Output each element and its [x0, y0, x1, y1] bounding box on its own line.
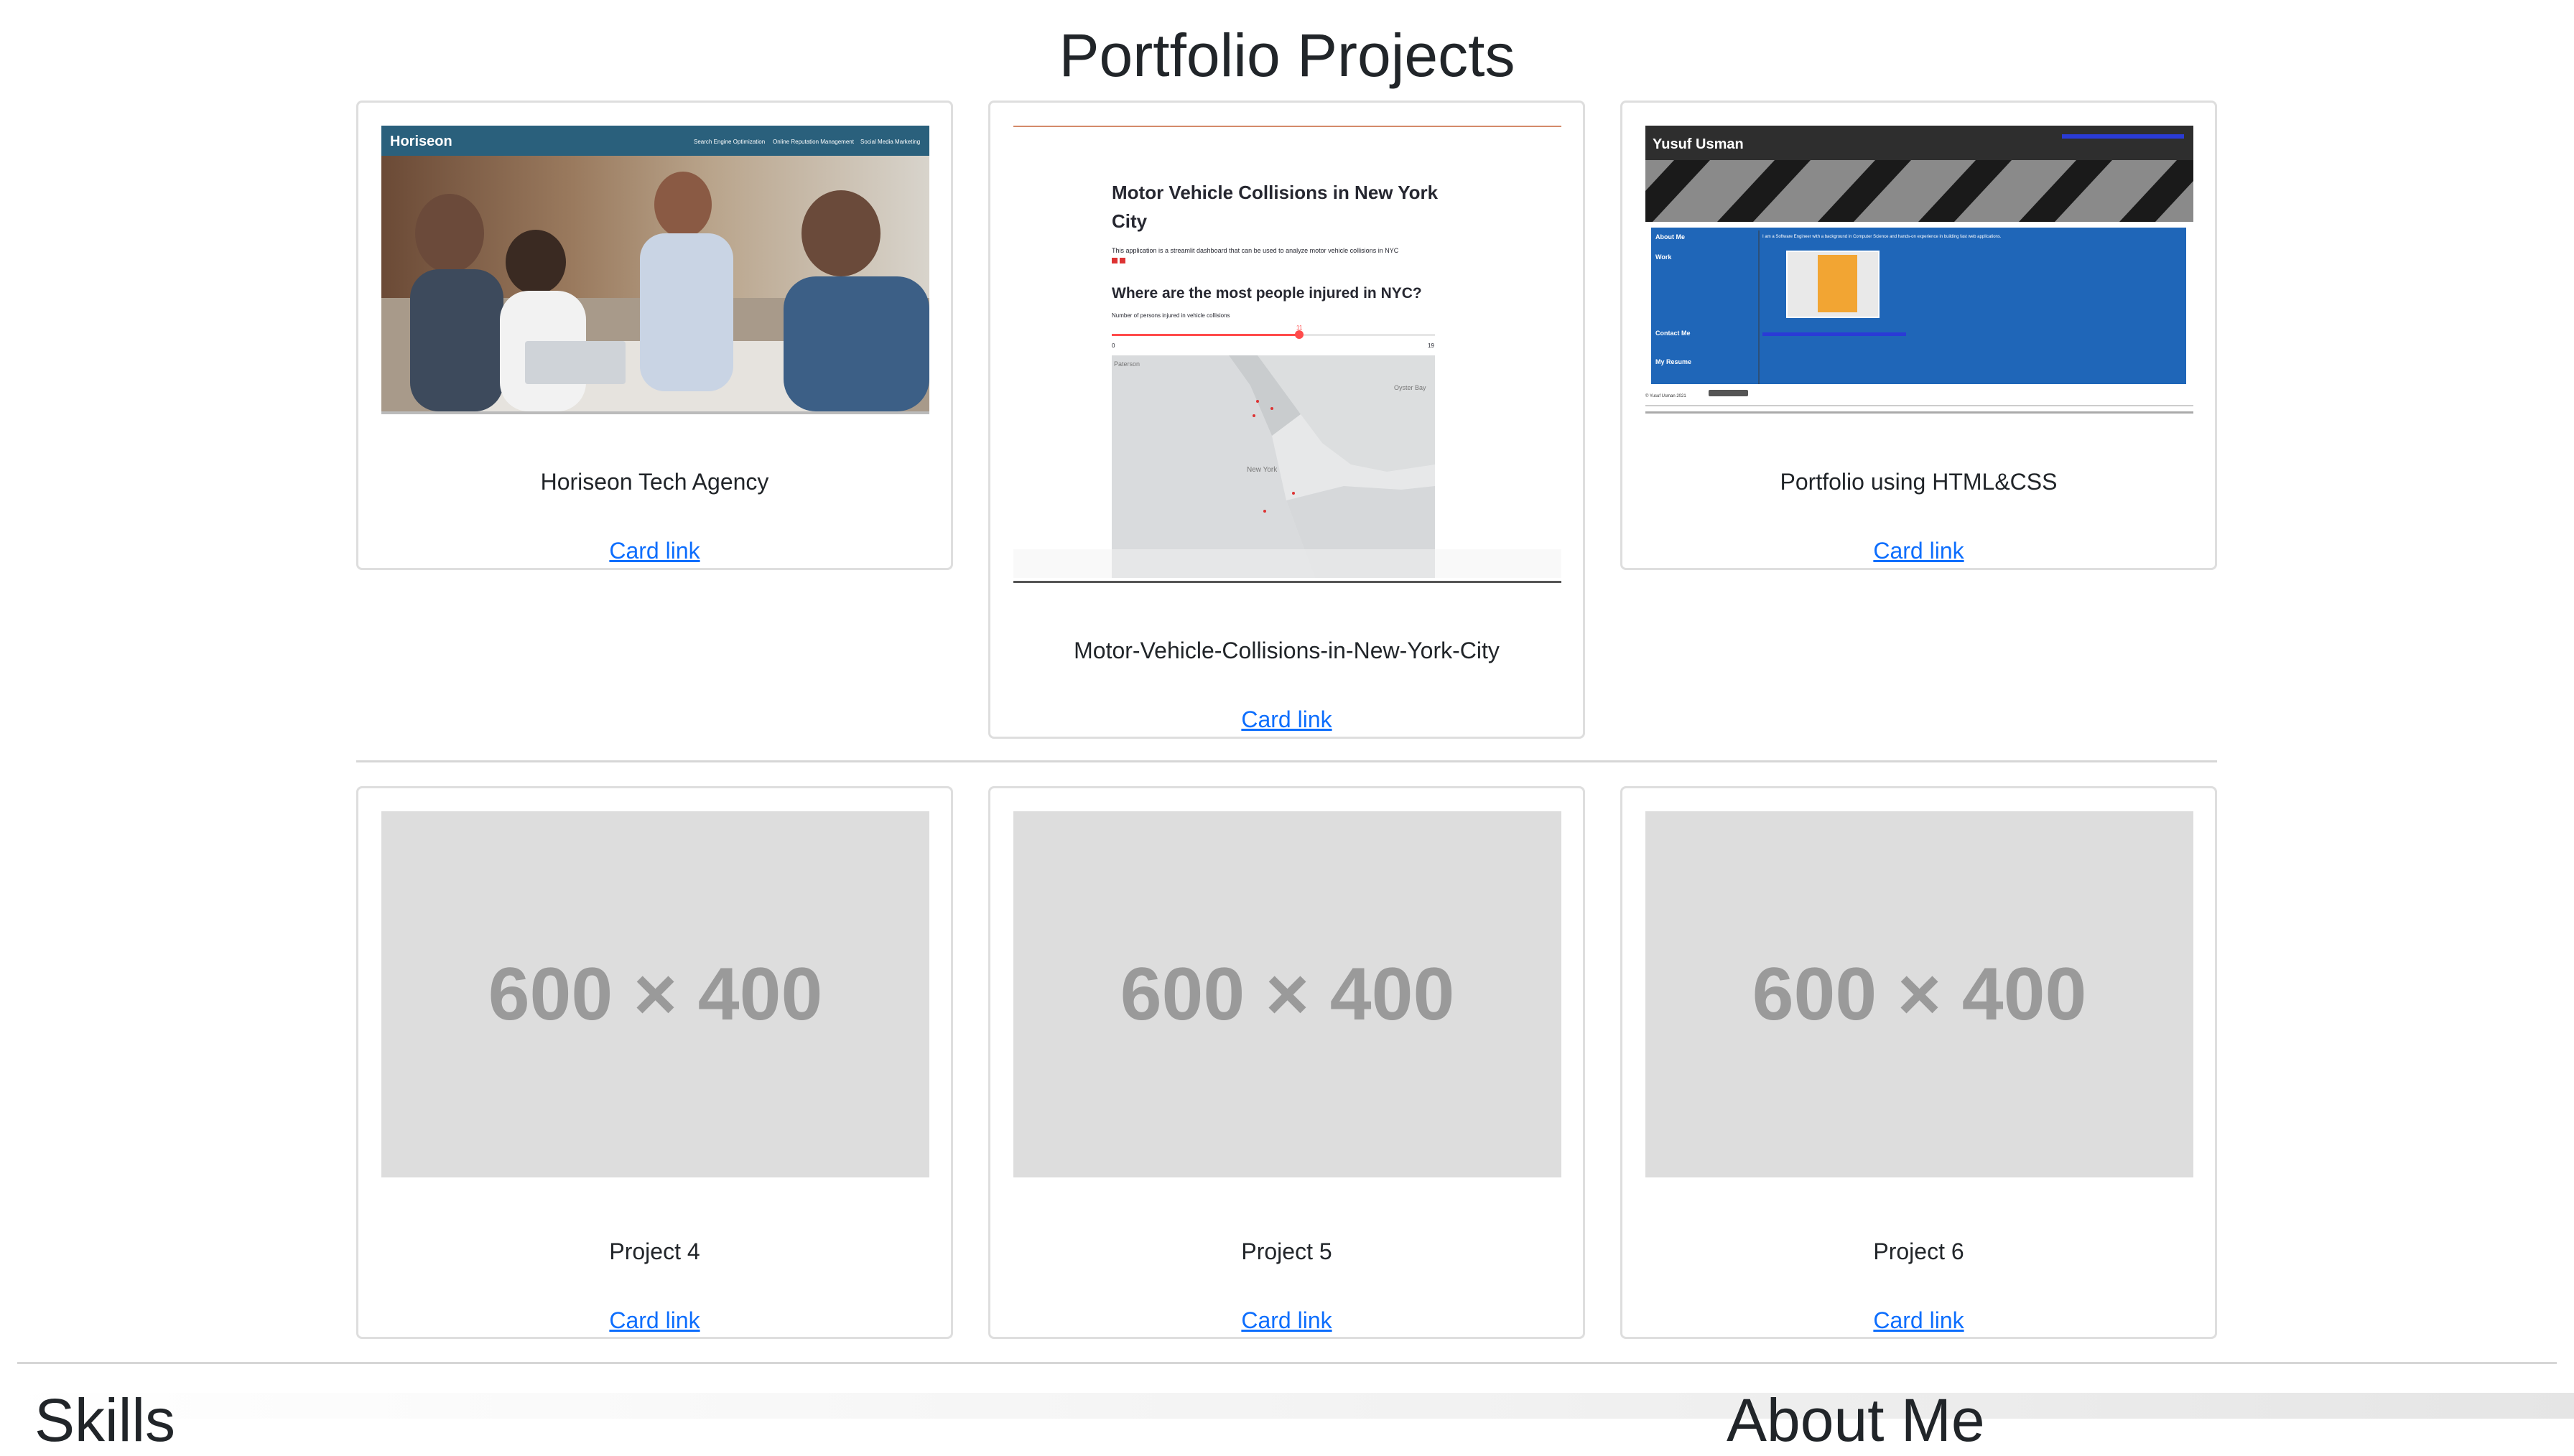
- portfolio-nav-item: My Resume: [1655, 358, 1691, 365]
- map-label: New York: [1247, 466, 1278, 474]
- portfolio-about-text: I am a Software Engineer with a backgrou…: [1762, 235, 2002, 239]
- map-label: Oyster Bay: [1394, 384, 1426, 391]
- placeholder-label: 600 × 400: [488, 952, 823, 1036]
- portfolio-screenshot: Yusuf Usman About Me Work Contact Me My …: [1645, 126, 2193, 414]
- section-divider: [17, 1362, 2557, 1364]
- mvc-preview-image: Motor Vehicle Collisions in New York Cit…: [1013, 127, 1561, 578]
- project-card-horiseon: Horiseon Search Engine Optimization Onli…: [356, 101, 953, 570]
- portfolio-footer: © Yusuf Usman 2021: [1645, 393, 1686, 398]
- mvc-slider-label: Number of persons injured in vehicle col…: [1112, 312, 1230, 319]
- mvc-heading-line2: City: [1112, 210, 1148, 232]
- placeholder-image: 600 × 400: [381, 811, 929, 1177]
- about-heading: About Me: [1727, 1386, 1985, 1454]
- page-title: Portfolio Projects: [1059, 22, 1515, 89]
- portfolio-name: Yusuf Usman: [1653, 136, 1744, 152]
- horiseon-screenshot: Horiseon Search Engine Optimization Onli…: [381, 126, 929, 414]
- project-card-4: 600 × 400 Project 4 Card link: [356, 786, 953, 1339]
- placeholder-image: 600 × 400: [1645, 811, 2193, 1177]
- project-card-motor-vehicle: Motor Vehicle Collisions in New York Cit…: [988, 101, 1585, 739]
- card-title: Motor-Vehicle-Collisions-in-New-York-Cit…: [1074, 638, 1500, 663]
- mvc-slider-value: 11: [1296, 325, 1303, 331]
- mvc-slider-min: 0: [1112, 342, 1115, 349]
- horiseon-nav-item: Search Engine Optimization: [694, 139, 765, 145]
- portfolio-nav-item: About Me: [1655, 233, 1685, 241]
- placeholder-image: 600 × 400: [1013, 811, 1561, 1177]
- card-title: Project 5: [1241, 1238, 1332, 1264]
- mvc-screenshot: Motor Vehicle Collisions in New York Cit…: [1013, 126, 1561, 583]
- mvc-slider-fill: [1112, 334, 1299, 336]
- project-card-6: 600 × 400 Project 6 Card link: [1620, 786, 2217, 1339]
- horiseon-preview-image: Horiseon Search Engine Optimization Onli…: [381, 126, 929, 411]
- skills-heading: Skills: [34, 1386, 176, 1454]
- mvc-intro: This application is a streamlit dashboar…: [1112, 247, 1399, 254]
- portfolio-preview-image: Yusuf Usman About Me Work Contact Me My …: [1645, 126, 2193, 411]
- card-link[interactable]: Card link: [1622, 1307, 2215, 1334]
- mvc-slider-max: 19: [1428, 342, 1434, 349]
- section-divider: [356, 760, 2217, 762]
- card-title: Portfolio using HTML&CSS: [1780, 469, 2058, 495]
- map-label: Paterson: [1114, 360, 1140, 368]
- project-card-5: 600 × 400 Project 5 Card link: [988, 786, 1585, 1339]
- card-title: Project 4: [609, 1238, 700, 1264]
- card-link[interactable]: Card link: [358, 538, 951, 564]
- project-card-portfolio: Yusuf Usman About Me Work Contact Me My …: [1620, 101, 2217, 570]
- horiseon-nav-item: Online Reputation Management: [773, 139, 855, 145]
- placeholder-label: 600 × 400: [1752, 952, 2087, 1036]
- card-title: Horiseon Tech Agency: [540, 469, 769, 495]
- card-title: Project 6: [1873, 1238, 1964, 1264]
- portfolio-nav-item: Contact Me: [1655, 330, 1691, 337]
- card-link[interactable]: Card link: [990, 1307, 1583, 1334]
- card-link[interactable]: Card link: [990, 706, 1583, 733]
- placeholder-label: 600 × 400: [1120, 952, 1455, 1036]
- horiseon-nav-item: Social Media Marketing: [860, 139, 920, 145]
- horiseon-brand: Horiseon: [390, 134, 452, 149]
- card-link[interactable]: Card link: [358, 1307, 951, 1334]
- card-link[interactable]: Card link: [1622, 538, 2215, 564]
- mvc-slider-handle[interactable]: [1295, 330, 1304, 339]
- mvc-question: Where are the most people injured in NYC…: [1112, 285, 1422, 302]
- portfolio-nav-item: Work: [1655, 253, 1672, 261]
- mvc-heading: Motor Vehicle Collisions in New York: [1112, 182, 1439, 203]
- bottom-section-background: [0, 1393, 2574, 1419]
